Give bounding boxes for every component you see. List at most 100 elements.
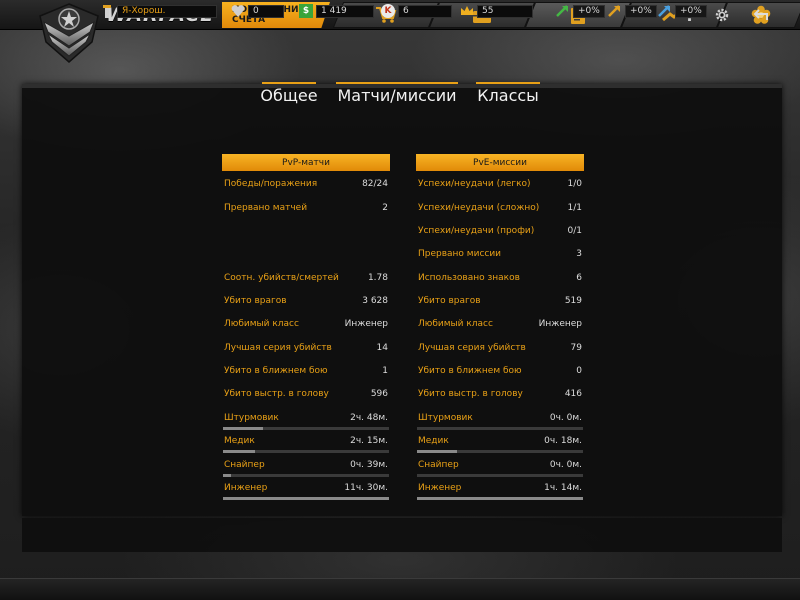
pvp-class-row: Снайпер 0ч. 39м.: [224, 460, 388, 473]
money-boost-arrow-icon: [658, 4, 672, 18]
pve-row: Лучшая серия убийств 79: [418, 343, 582, 356]
pve-row: Использовано знаков 6: [418, 273, 582, 286]
class-time: 0ч. 0м.: [549, 460, 582, 470]
return-arrow-icon: [753, 9, 768, 20]
pvp-row: Победы/поражения 82/24: [224, 179, 388, 192]
pve-class-row: Штурмовик 0ч. 0м.: [418, 413, 582, 426]
exit-button[interactable]: [752, 5, 772, 25]
pve-row: Любимый класс Инженер: [418, 319, 582, 332]
class-playtime-fill: [223, 474, 232, 477]
money-counter[interactable]: $ 1 419: [299, 4, 374, 18]
money-value: 1 419: [316, 4, 374, 18]
class-time: 1ч. 14м.: [544, 483, 582, 493]
stat-label: Убито врагов: [418, 296, 481, 306]
class-playtime-bar: [417, 474, 583, 477]
warface-emblem-icon[interactable]: [36, 2, 102, 64]
stat-value: 2: [382, 203, 388, 213]
class-time: 2ч. 48м.: [350, 413, 388, 423]
stat-value: 82/24: [362, 179, 388, 189]
pvp-class-row: Штурмовик 2ч. 48м.: [224, 413, 388, 426]
class-time: 0ч. 18м.: [544, 436, 582, 446]
pvp-row: Соотн. убийств/смертей 1.78: [224, 273, 388, 286]
xp-booster[interactable]: +0%: [556, 4, 605, 18]
class-time: 0ч. 0м.: [549, 413, 582, 423]
class-label: Инженер: [418, 483, 462, 493]
class-playtime-fill: [223, 427, 263, 430]
stat-value: 0: [576, 366, 582, 376]
crown-icon: [460, 4, 474, 18]
tab-classes[interactable]: Классы: [476, 82, 540, 108]
class-label: Снайпер: [418, 460, 459, 470]
stat-label: Любимый класс: [418, 319, 493, 329]
class-playtime-fill: [417, 497, 583, 500]
vp-booster[interactable]: +0%: [608, 4, 657, 18]
pvp-row: Лучшая серия убийств 14: [224, 343, 388, 356]
stat-label: Успехи/неудачи (сложно): [418, 203, 540, 213]
settings-button[interactable]: [712, 5, 732, 25]
class-playtime-fill: [223, 497, 389, 500]
pve-class-row: Инженер 1ч. 14м.: [418, 483, 582, 496]
kredit-icon: K: [381, 4, 395, 18]
stat-label: Убито в ближнем бою: [224, 366, 328, 376]
crowns-counter[interactable]: 55: [460, 4, 533, 18]
pvp-row: Прервано матчей 2: [224, 203, 388, 216]
pvp-row: Убито выстр. в голову 596: [224, 389, 388, 402]
gear-icon: [715, 8, 729, 22]
pvp-row: Убито в ближнем бою 1: [224, 366, 388, 379]
stat-label: Прервано миссии: [418, 249, 502, 259]
stat-label: Соотн. убийств/смертей: [224, 273, 339, 283]
pve-row: Успехи/неудачи (легко) 1/0: [418, 179, 582, 192]
tab-matches-missions[interactable]: Матчи/миссии: [336, 82, 458, 108]
tab-general[interactable]: Общее: [260, 82, 318, 108]
pve-row: Убито врагов 519: [418, 296, 582, 309]
class-playtime-bar: [223, 497, 389, 500]
pvp-class-row: Медик 2ч. 15м.: [224, 436, 388, 449]
stat-value: Инженер: [344, 319, 388, 329]
class-playtime-bar: [417, 497, 583, 500]
class-time: 2ч. 15м.: [350, 436, 388, 446]
vp-boost-value: +0%: [625, 4, 657, 18]
stat-label: Лучшая серия убийств: [224, 343, 332, 353]
rank-icon: [100, 4, 114, 18]
player-rank[interactable]: Я-Хорош.: [100, 4, 217, 18]
stat-value: 1/0: [567, 179, 582, 189]
pve-header: PvE-миссии: [416, 154, 584, 171]
stat-label: Лучшая серия убийств: [418, 343, 526, 353]
rewards-counter[interactable]: 0: [231, 4, 284, 18]
stat-value: 1/1: [567, 203, 582, 213]
rewards-value: 0: [248, 4, 284, 18]
money-booster[interactable]: +0%: [658, 4, 707, 18]
kredits-value: 6: [398, 4, 452, 18]
stat-label: Прервано матчей: [224, 203, 308, 213]
class-playtime-fill: [223, 450, 255, 453]
xp-boost-arrow-icon: [556, 4, 570, 18]
class-playtime-fill: [417, 450, 457, 453]
class-label: Медик: [418, 436, 449, 446]
pve-row: Убито в ближнем бою 0: [418, 366, 582, 379]
stats-footer-panel: [22, 518, 782, 552]
pvp-row: Убито врагов 3 628: [224, 296, 388, 309]
stat-value: 14: [376, 343, 388, 353]
class-label: Снайпер: [224, 460, 265, 470]
class-playtime-bar: [417, 450, 583, 453]
stat-value: 1.78: [367, 273, 388, 283]
stat-value: 519: [564, 296, 582, 306]
crowns-value: 55: [477, 4, 533, 18]
stat-label: Победы/поражения: [224, 179, 318, 189]
kredits-counter[interactable]: K 6: [381, 4, 452, 18]
stat-label: Успехи/неудачи (профи): [418, 226, 535, 236]
class-label: Инженер: [224, 483, 268, 493]
stat-value: 596: [370, 389, 388, 399]
class-playtime-bar: [223, 450, 389, 453]
pve-row: Успехи/неудачи (профи) 0/1: [418, 226, 582, 239]
player-name: Я-Хорош.: [117, 4, 217, 18]
class-label: Штурмовик: [418, 413, 473, 423]
stat-label: Использовано знаков: [418, 273, 520, 283]
stat-label: Любимый класс: [224, 319, 299, 329]
stat-label: Убито в ближнем бою: [418, 366, 522, 376]
stats-panel: [22, 84, 782, 516]
stat-label: Убито выстр. в голову: [418, 389, 523, 399]
stat-value: Инженер: [538, 319, 582, 329]
heart-badge-icon: [231, 4, 245, 18]
stat-value: 1: [382, 366, 388, 376]
